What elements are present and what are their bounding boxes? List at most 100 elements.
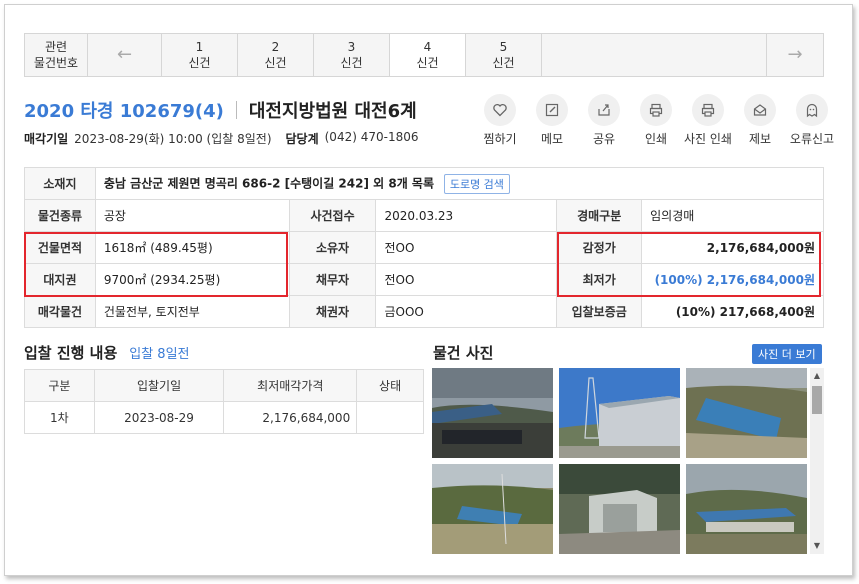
action-label: 사진 인쇄 (684, 132, 732, 146)
share-icon (588, 94, 620, 126)
bidding-section-title: 입찰 진행 내용 입찰 8일전 (24, 342, 190, 363)
action-label: 인쇄 (644, 132, 668, 146)
property-photo[interactable] (686, 464, 807, 554)
auction-kind-value: 임의경매 (641, 199, 824, 232)
prev-arrow-icon[interactable]: ← (88, 34, 162, 76)
table-row: 1차 2023-08-29 2,176,684,000 (24, 401, 424, 434)
table-row: 매각물건 건물전부, 토지전부 채권자 금OOO 입찰보증금 (10%) 217… (24, 295, 824, 328)
more-photos-button[interactable]: 사진 더 보기 (752, 344, 822, 364)
tab-item-5[interactable]: 5 신건 (466, 34, 542, 76)
tab-num: 2 (271, 40, 280, 54)
sale-date: 2023-08-29(화) 10:00 (입찰 8일전) (74, 132, 272, 146)
location-cell: 충남 금산군 제원면 명곡리 686-2 [수탱이길 242] 외 8개 목록 … (94, 167, 825, 200)
debtor-label: 채무자 (288, 263, 377, 296)
owner-value: 전OO (375, 231, 558, 264)
deposit-value: (10%) 217,668,400원 (641, 295, 824, 328)
location-value: 충남 금산군 제원면 명곡리 686-2 [수탱이길 242] 외 8개 목록 (103, 176, 434, 190)
tab-item-1[interactable]: 1 신건 (162, 34, 238, 76)
envelope-icon (744, 94, 776, 126)
road-name-search-button[interactable]: 도로명 검색 (443, 173, 510, 194)
table-row: 소재지 충남 금산군 제원면 명곡리 686-2 [수탱이길 242] 외 8개… (24, 167, 825, 200)
scroll-up-icon[interactable]: ▲ (810, 370, 824, 382)
column-header: 입찰기일 (93, 369, 225, 402)
case-number[interactable]: 2020 타경 102679(4) (24, 97, 224, 123)
sale-date-label: 매각기일 (24, 132, 69, 146)
item-number-tabs: 관련 물건번호 ← 1 신건 2 신건 3 신건 4 신건 5 신건 → (24, 33, 824, 77)
tab-related-line1: 관련 (44, 40, 68, 54)
ghost-icon (796, 94, 828, 126)
tab-num: 4 (423, 40, 432, 54)
owner-label: 소유자 (288, 231, 377, 264)
tab-spacer (542, 34, 767, 76)
error-report-button[interactable]: 오류신고 (786, 94, 838, 147)
photo-print-icon (692, 94, 724, 126)
favorite-button[interactable]: 찜하기 (474, 94, 526, 147)
type-value: 공장 (94, 199, 290, 232)
column-header: 구분 (24, 369, 95, 402)
received-value: 2020.03.23 (375, 199, 558, 232)
memo-button[interactable]: 메모 (526, 94, 578, 147)
table-row: 물건종류 공장 사건접수 2020.03.23 경매구분 임의경매 (24, 199, 824, 232)
auction-kind-label: 경매구분 (556, 199, 643, 232)
tab-related-items: 관련 물건번호 (25, 34, 88, 76)
bidding-table: 구분 입찰기일 최저매각가격 상태 1차 2023-08-29 2,176,68… (24, 369, 424, 434)
tab-num: 3 (347, 40, 356, 54)
tab-related-line2: 물건번호 (33, 56, 79, 70)
column-header: 상태 (356, 369, 424, 402)
action-label: 공유 (592, 132, 616, 146)
printer-icon (640, 94, 672, 126)
status-cell (356, 401, 424, 434)
tab-num: 1 (195, 40, 204, 54)
creditor-label: 채권자 (288, 295, 377, 328)
scroll-down-icon[interactable]: ▼ (810, 540, 824, 552)
action-label: 찜하기 (483, 132, 517, 146)
action-buttons: 찜하기 메모 공유 인쇄 사진 인쇄 제보 오류신고 (474, 94, 838, 147)
location-label: 소재지 (24, 167, 96, 200)
price-cell: 2,176,684,000 (223, 401, 358, 434)
tab-item-4[interactable]: 4 신건 (390, 34, 466, 76)
bidding-dday: 입찰 8일전 (129, 347, 190, 362)
sale-info-line: 매각기일 2023-08-29(화) 10:00 (입찰 8일전) 담당계 (0… (24, 130, 418, 147)
print-button[interactable]: 인쇄 (630, 94, 682, 147)
tab-label: 신건 (340, 56, 363, 70)
area-highlight-box (24, 232, 288, 297)
round-cell: 1차 (24, 401, 95, 434)
property-photo[interactable] (432, 368, 553, 458)
photo-scrollbar[interactable]: ▲ ▼ (810, 368, 824, 554)
tab-item-2[interactable]: 2 신건 (238, 34, 314, 76)
bidding-title: 입찰 진행 내용 (24, 344, 118, 362)
property-photo[interactable] (432, 464, 553, 554)
next-arrow-icon[interactable]: → (767, 34, 823, 76)
photos-title: 물건 사진 (433, 344, 494, 362)
tab-label: 신건 (492, 56, 515, 70)
report-button[interactable]: 제보 (734, 94, 786, 147)
case-title: 2020 타경 102679(4) 대전지방법원 대전6계 (24, 97, 417, 123)
tab-label: 신건 (188, 56, 211, 70)
table-header-row: 구분 입찰기일 최저매각가격 상태 (24, 369, 424, 402)
date-cell: 2023-08-29 (93, 401, 225, 434)
property-photo[interactable] (686, 368, 807, 458)
property-photo[interactable] (559, 464, 680, 554)
share-button[interactable]: 공유 (578, 94, 630, 147)
pencil-icon (536, 94, 568, 126)
title-divider (235, 101, 237, 119)
creditor-value: 금OOO (375, 295, 558, 328)
property-photo[interactable] (559, 368, 680, 458)
manager-phone: (042) 470-1806 (324, 130, 419, 144)
deposit-label: 입찰보증금 (556, 295, 643, 328)
tab-label: 신건 (416, 56, 439, 70)
type-label: 물건종류 (24, 199, 96, 232)
scroll-thumb[interactable] (812, 386, 822, 414)
manager-label: 담당계 (285, 132, 319, 146)
court-name: 대전지방법원 대전6계 (248, 101, 417, 122)
sale-object-label: 매각물건 (24, 295, 96, 328)
column-header: 최저매각가격 (223, 369, 358, 402)
action-label: 오류신고 (789, 132, 835, 146)
photo-grid (432, 368, 824, 554)
price-highlight-box (557, 232, 821, 297)
action-label: 메모 (540, 132, 564, 146)
heart-icon (484, 94, 516, 126)
tab-item-3[interactable]: 3 신건 (314, 34, 390, 76)
sale-object-value: 건물전부, 토지전부 (94, 295, 290, 328)
photo-print-button[interactable]: 사진 인쇄 (682, 94, 734, 147)
